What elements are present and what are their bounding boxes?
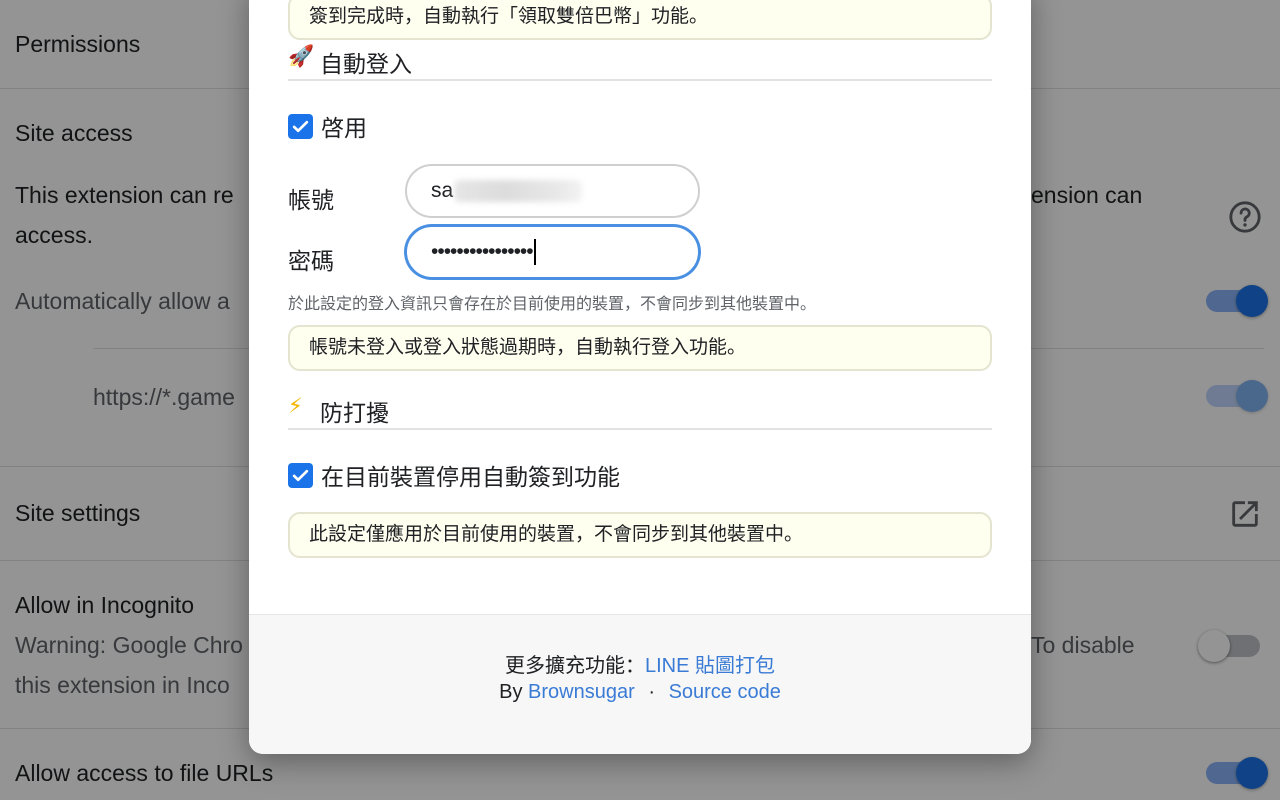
disable-auto-signin-checkbox[interactable]: 在目前裝置停用自動簽到功能 — [288, 458, 620, 492]
account-input[interactable]: sa — [405, 164, 700, 218]
disable-auto-signin-label: 在目前裝置停用自動簽到功能 — [321, 464, 620, 490]
by-label: By — [499, 681, 523, 703]
dialog-footer: 更多擴充功能：LINE 貼圖打包 By Brownsugar · Source … — [249, 614, 1031, 754]
rocket-icon: 🚀 — [288, 45, 315, 68]
auto-login-heading: 🚀 自動登入 — [288, 45, 992, 81]
password-input[interactable]: •••••••••••••••• — [405, 225, 700, 279]
line-sticker-link[interactable]: LINE 貼圖打包 — [645, 655, 775, 677]
checkbox-checked-icon[interactable] — [288, 462, 313, 488]
options-dialog: 簽到完成時，自動執行「領取雙倍巴幣」功能。 🚀 自動登入 啓用 帳號 sa 密碼… — [249, 0, 1031, 754]
auto-login-note: 帳號未登入或登入狀態過期時，自動執行登入功能。 — [288, 325, 992, 371]
source-code-link[interactable]: Source code — [669, 681, 781, 703]
password-label: 密碼 — [288, 248, 334, 274]
account-redacted — [454, 180, 583, 203]
text-caret — [533, 239, 536, 266]
auto-login-enable-checkbox[interactable]: 啓用 — [288, 109, 367, 143]
login-storage-hint: 於此設定的登入資訊只會存在於目前使用的裝置，不會同步到其他裝置中。 — [288, 296, 817, 313]
account-label: 帳號 — [288, 187, 334, 213]
footer-separator: · — [648, 681, 655, 703]
account-value: sa — [431, 179, 454, 202]
password-value: •••••••••••••••• — [431, 240, 534, 263]
author-link[interactable]: Brownsugar — [528, 681, 635, 703]
anti-disturb-title: 防打擾 — [320, 400, 389, 426]
auto-login-title: 自動登入 — [320, 51, 412, 77]
more-extensions-label: 更多擴充功能： — [504, 655, 645, 677]
device-only-note: 此設定僅應用於目前使用的裝置，不會同步到其他裝置中。 — [288, 512, 992, 558]
double-coin-note: 簽到完成時，自動執行「領取雙倍巴幣」功能。 — [288, 0, 992, 40]
auto-login-enable-label: 啓用 — [321, 115, 367, 141]
checkbox-checked-icon[interactable] — [288, 113, 313, 139]
lightning-icon: ⚡ — [288, 395, 303, 418]
anti-disturb-heading: ⚡ 防打擾 — [288, 394, 992, 430]
